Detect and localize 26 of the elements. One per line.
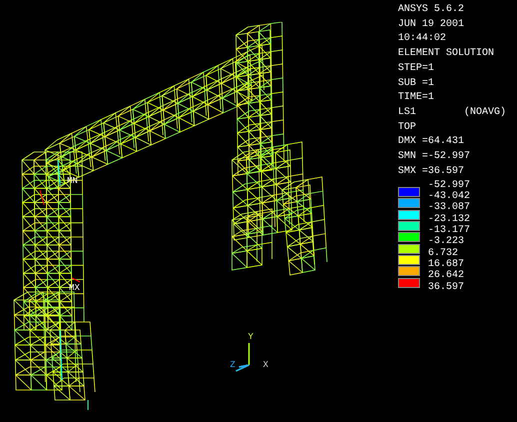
legend-value: 26.642 xyxy=(428,271,464,282)
info-line: TIME=1 xyxy=(398,91,436,106)
legend-value: -13.177 xyxy=(428,226,470,236)
info-line: LS1 (NOAVG) xyxy=(398,106,506,120)
info-line: ELEMENT SOLUTION xyxy=(398,47,496,62)
info-line: SMX =36.597 xyxy=(398,164,466,179)
info-line: SUB =1 xyxy=(398,76,436,91)
legend-value: -33.087 xyxy=(428,203,470,214)
legend-value: -52.997 xyxy=(428,180,470,191)
axis-triad-icon xyxy=(235,343,251,372)
legend-value: 36.597 xyxy=(428,282,464,293)
info-line: DMX =64.431 xyxy=(398,135,466,150)
legend-value: -43.042 xyxy=(428,192,470,202)
legend-value: 16.687 xyxy=(428,260,464,270)
info-line: 10:44:02 xyxy=(398,32,448,46)
legend-value: -23.132 xyxy=(428,214,470,225)
info-line: SMN =-52.997 xyxy=(398,150,472,164)
axis-label: Z xyxy=(230,361,236,370)
info-line: JUN 19 2001 xyxy=(398,18,466,32)
info-line: ANSYS 5.6.2 xyxy=(398,3,466,17)
info-line: TOP xyxy=(398,120,418,135)
axis-label: Y xyxy=(248,333,254,342)
legend-value: 6.732 xyxy=(428,248,458,259)
legend-value: -3.223 xyxy=(428,237,464,248)
info-line: STEP=1 xyxy=(398,62,436,76)
axis-label: X xyxy=(263,361,268,370)
